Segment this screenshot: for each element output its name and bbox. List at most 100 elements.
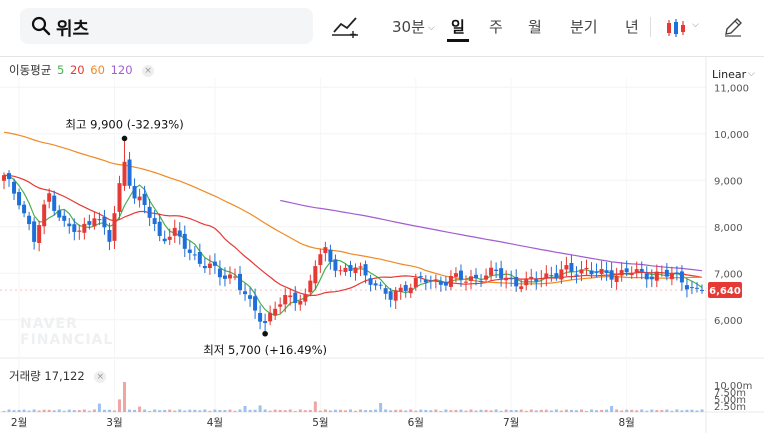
- volume-bar: [107, 409, 111, 412]
- volume-bar: [27, 410, 31, 412]
- candle-body: [107, 229, 112, 242]
- volume-bar: [504, 409, 508, 412]
- volume-bar: [22, 409, 26, 412]
- volume-bar: [615, 409, 619, 412]
- volume-bar: [479, 409, 483, 412]
- volume-bar: [82, 409, 86, 412]
- candle-body: [197, 252, 202, 264]
- candle-body: [268, 312, 273, 322]
- candle-body: [569, 263, 574, 272]
- volume-tick-label: 2.50m: [714, 402, 746, 413]
- volume-bar: [198, 410, 202, 412]
- volume-bar: [524, 410, 528, 412]
- volume-bar: [369, 410, 373, 412]
- candle-body: [619, 270, 624, 276]
- volume-bar: [233, 410, 237, 412]
- candle-body: [207, 263, 212, 268]
- candle-body: [689, 287, 694, 289]
- volume-bar: [7, 409, 11, 412]
- volume-bar: [203, 409, 207, 412]
- candle-body: [408, 287, 413, 294]
- volume-bar: [138, 406, 142, 412]
- volume-bar: [248, 409, 252, 412]
- candle-body: [438, 281, 443, 285]
- volume-bar: [429, 410, 433, 412]
- candle-body: [599, 268, 604, 274]
- volume-bar: [399, 409, 403, 412]
- candle-body: [674, 272, 679, 274]
- volume-bar: [354, 410, 358, 412]
- month-tick-label: 4월: [207, 417, 223, 429]
- candle-body: [318, 254, 323, 266]
- volume-bar: [454, 409, 458, 412]
- volume-bar: [338, 409, 342, 412]
- candle-body: [72, 224, 77, 232]
- candle-body: [288, 295, 293, 298]
- candle-body: [137, 196, 142, 201]
- candle-body: [544, 273, 549, 279]
- volume-bar: [650, 409, 654, 412]
- volume-bar: [559, 410, 563, 412]
- candle-body: [127, 159, 132, 186]
- volume-bar: [133, 409, 137, 412]
- candle-body: [509, 278, 514, 280]
- candle-body: [283, 295, 288, 305]
- volume-bar: [549, 410, 553, 412]
- volume-bar: [700, 409, 704, 412]
- candle-body: [27, 215, 32, 225]
- price-tick-label: 10,000: [714, 130, 749, 141]
- candle-body: [62, 215, 67, 221]
- volume-bar: [323, 409, 327, 412]
- candle-body: [469, 276, 474, 281]
- volume-bar: [514, 410, 518, 412]
- volume-bar: [620, 410, 624, 412]
- candle-body: [458, 270, 463, 280]
- candle-body: [564, 265, 569, 270]
- candle-body: [243, 291, 248, 295]
- candle-body: [132, 186, 137, 199]
- candle-body: [313, 266, 318, 284]
- candle-body: [378, 284, 383, 286]
- candle-body: [253, 296, 258, 311]
- candle-body: [604, 270, 609, 273]
- price-chart[interactable]: 6,000 7,000 8,000 9,000 10,000 11,000 2월 3월 4월 5월…: [0, 0, 764, 433]
- month-tick-label: 3월: [106, 417, 122, 429]
- candle-body: [534, 279, 539, 282]
- candle-body: [388, 291, 393, 300]
- volume-bar: [564, 409, 568, 412]
- candle-body: [17, 192, 22, 206]
- candle-body: [278, 304, 283, 307]
- candle-body: [589, 270, 594, 275]
- candle-body: [22, 204, 27, 214]
- volume-bar: [188, 409, 192, 412]
- volume-bar: [308, 409, 312, 412]
- volume-bar: [509, 410, 513, 412]
- volume-bar: [253, 409, 257, 412]
- volume-bar: [313, 401, 317, 412]
- candle-body: [363, 264, 368, 276]
- volume-bar: [404, 410, 408, 412]
- volume-bar: [409, 409, 413, 412]
- volume-bar: [153, 409, 157, 412]
- volume-bar: [519, 409, 523, 412]
- candle-body: [584, 267, 589, 269]
- volume-bar: [459, 409, 463, 412]
- volume-bar: [625, 409, 629, 412]
- candle-body: [353, 267, 358, 273]
- candle-body: [57, 210, 62, 218]
- candle-body: [258, 312, 263, 322]
- volume-bar: [193, 409, 197, 412]
- volume-bar: [569, 409, 573, 412]
- volume-bar: [328, 410, 332, 412]
- candle-body: [669, 273, 674, 280]
- volume-bar: [92, 409, 96, 412]
- candle-body: [147, 206, 152, 218]
- volume-bar: [77, 410, 81, 412]
- candle-body: [32, 221, 37, 242]
- volume-bar: [474, 410, 478, 412]
- candle-body: [368, 278, 373, 285]
- volume-bar: [695, 410, 699, 412]
- volume-bar: [579, 409, 583, 412]
- candle-body: [428, 280, 433, 282]
- volume-bar: [660, 410, 664, 412]
